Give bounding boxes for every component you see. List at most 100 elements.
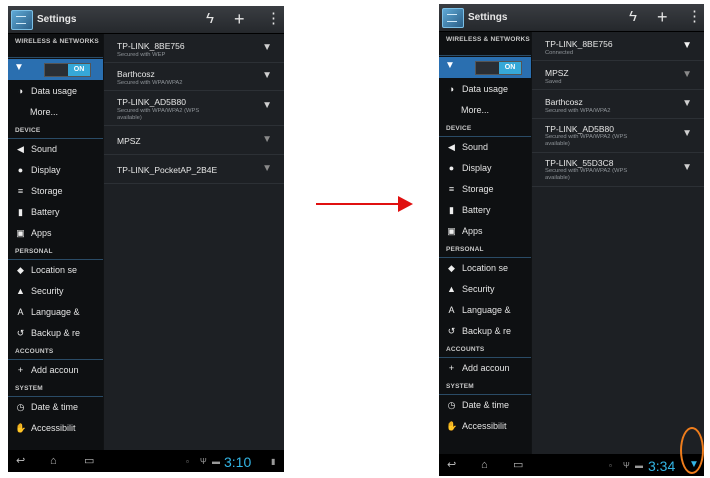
network-item[interactable]: TP-LINK_AD5B80 Secured with WPA/WPA2 (WP… [532, 119, 704, 153]
sidebar-item-security[interactable]: ▲ Security [8, 281, 103, 302]
sidebar-item-battery[interactable]: ▮ Battery [8, 202, 103, 223]
lock-icon: ▲ [16, 286, 25, 296]
battery-status-icon: ▬ [212, 457, 220, 466]
back-icon[interactable]: ↩ [447, 458, 456, 471]
wifi-toggle[interactable]: ON [475, 61, 522, 75]
sidebar-item-apps[interactable]: ▣ Apps [8, 223, 103, 244]
recent-apps-icon[interactable]: ▭ [84, 454, 94, 467]
wps-icon[interactable]: ϟ [206, 10, 214, 28]
recent-apps-icon[interactable]: ▭ [513, 458, 523, 471]
clock: 3:34 [648, 458, 676, 474]
sidebar-item-accessibility[interactable]: ✋ Accessibilit [439, 416, 531, 437]
apps-icon: ▣ [16, 228, 25, 238]
sidebar-item-location[interactable]: ◆ Location se [8, 260, 103, 281]
notification-icon: ▫ [186, 457, 189, 466]
wifi-toggle[interactable]: ON [44, 63, 91, 77]
sidebar-item-accessibility[interactable]: ✋ Accessibilit [8, 418, 103, 439]
sidebar-item-more[interactable]: More... [439, 100, 531, 121]
transition-arrow-head [398, 196, 413, 212]
sidebar-item-location[interactable]: ◆ Location se [439, 258, 531, 279]
wifi-signal-icon: ▼ [262, 42, 272, 53]
network-item[interactable]: TP-LINK_55D3C8 Secured with WPA/WPA2 (WP… [532, 153, 704, 187]
back-icon[interactable]: ↩ [16, 454, 25, 467]
network-item-connected[interactable]: TP-LINK_8BE756 Connected ▼ [532, 32, 704, 61]
backup-icon: ↺ [16, 328, 25, 338]
apps-icon: ▣ [447, 226, 456, 236]
battery-icon: ▮ [449, 205, 454, 215]
sidebar-item-backup[interactable]: ↺ Backup & re [439, 321, 531, 342]
add-icon: + [17, 365, 24, 375]
wps-icon[interactable]: ϟ [629, 8, 637, 26]
sidebar-item-language[interactable]: A Language & [439, 300, 531, 321]
wifi-signal-icon: ▼ [262, 100, 272, 111]
notification-icon: ▫ [609, 461, 612, 470]
settings-screenshot-before: Settings ϟ + ⋮ WIRELESS & NETWORKS ▼ ON … [8, 6, 284, 472]
wifi-signal-icon: ▼ [682, 162, 692, 173]
location-icon: ◆ [448, 263, 455, 273]
network-item[interactable]: MPSZ ▼ [104, 126, 284, 155]
sidebar-item-sound[interactable]: ◀ Sound [8, 139, 103, 160]
sidebar-item-wifi[interactable]: ▼ ON [439, 57, 531, 78]
data-usage-icon: ◑ [17, 86, 24, 96]
settings-app-icon[interactable] [442, 8, 464, 28]
language-icon: A [448, 305, 455, 315]
sidebar-item-data-usage[interactable]: ◑ Data usage [8, 81, 103, 102]
add-network-icon[interactable]: + [234, 10, 245, 28]
network-item[interactable]: MPSZ Saved ▼ [532, 61, 704, 90]
sidebar-item-display[interactable]: ● Display [8, 160, 103, 181]
sidebar-item-language[interactable]: A Language & [8, 302, 103, 323]
accessibility-icon: ✋ [15, 423, 27, 433]
sidebar-item-more[interactable]: More... [8, 102, 103, 123]
network-item[interactable]: Barthcosz Secured with WPA/WPA2 ▼ [532, 90, 704, 119]
sidebar-item-add-account[interactable]: + Add accoun [8, 360, 103, 381]
category-accounts: ACCOUNTS [8, 344, 103, 360]
sidebar-item-backup[interactable]: ↺ Backup & re [8, 323, 103, 344]
sidebar-item-add-account[interactable]: + Add accoun [439, 358, 531, 379]
transition-arrow [316, 203, 400, 205]
usb-icon: Ψ [623, 461, 630, 470]
home-icon[interactable]: ⌂ [50, 455, 57, 467]
sidebar-item-display[interactable]: ● Display [439, 158, 531, 179]
category-wireless: WIRELESS & NETWORKS [439, 32, 531, 56]
category-system: SYSTEM [439, 379, 531, 395]
sidebar-item-wifi[interactable]: ▼ ON [8, 59, 103, 80]
wifi-signal-icon: ▼ [682, 69, 692, 80]
category-system: SYSTEM [8, 381, 103, 397]
add-network-icon[interactable]: + [657, 8, 668, 26]
battery-icon: ▮ [18, 207, 23, 217]
settings-app-icon[interactable] [11, 10, 33, 30]
network-item[interactable]: TP-LINK_8BE756 Secured with WEP ▼ [104, 34, 284, 63]
network-item[interactable]: TP-LINK_PocketAP_2B4E ▼ [104, 155, 284, 184]
home-icon[interactable]: ⌂ [481, 459, 488, 471]
clock: 3:10 [224, 454, 252, 470]
location-icon: ◆ [17, 265, 24, 275]
sidebar-item-battery[interactable]: ▮ Battery [439, 200, 531, 221]
sidebar-item-storage[interactable]: ≡ Storage [8, 181, 103, 202]
wifi-signal-icon: ▼ [682, 128, 692, 139]
sidebar-item-data-usage[interactable]: ◑ Data usage [439, 79, 531, 100]
sidebar-item-apps[interactable]: ▣ Apps [439, 221, 531, 242]
settings-sidebar: WIRELESS & NETWORKS ▼ ON ◑ Data usage Mor… [8, 34, 103, 450]
sidebar-item-sound[interactable]: ◀ Sound [439, 137, 531, 158]
signal-status-icon: ▮ [271, 457, 276, 466]
network-item[interactable]: Barthcosz Secured with WPA/WPA2 ▼ [104, 63, 284, 91]
network-item[interactable]: TP-LINK_AD5B80 Secured with WPA/WPA2 (WP… [104, 91, 284, 126]
sidebar-item-date-time[interactable]: ◷ Date & time [439, 395, 531, 416]
action-bar-title: Settings [468, 12, 508, 23]
category-personal: PERSONAL [8, 244, 103, 260]
display-icon: ● [17, 165, 24, 175]
backup-icon: ↺ [447, 326, 456, 336]
display-icon: ● [448, 163, 455, 173]
add-icon: + [448, 363, 455, 373]
sidebar-item-security[interactable]: ▲ Security [439, 279, 531, 300]
category-accounts: ACCOUNTS [439, 342, 531, 358]
wifi-signal-icon: ▼ [262, 70, 272, 81]
overflow-menu-icon[interactable]: ⋮ [687, 8, 702, 26]
wifi-signal-icon: ▼ [262, 134, 272, 145]
sidebar-item-date-time[interactable]: ◷ Date & time [8, 397, 103, 418]
sidebar-item-storage[interactable]: ≡ Storage [439, 179, 531, 200]
wifi-signal-icon: ▼ [682, 40, 692, 51]
category-device: DEVICE [439, 121, 531, 137]
overflow-menu-icon[interactable]: ⋮ [266, 10, 281, 28]
wifi-network-list: TP-LINK_8BE756 Connected ▼ MPSZ Saved ▼ … [532, 32, 704, 454]
